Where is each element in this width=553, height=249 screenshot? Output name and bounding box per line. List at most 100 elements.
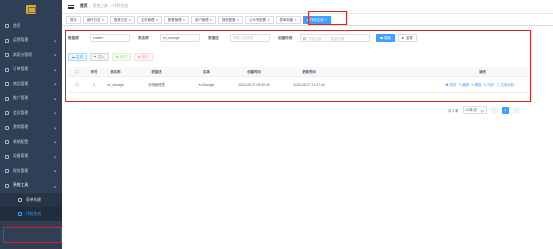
breadcrumb-separator: / xyxy=(89,4,91,9)
sidebar-item[interactable]: 设备管理 xyxy=(0,150,62,165)
row-checkbox[interactable] xyxy=(75,82,79,87)
tag-item[interactable]: 登录日志 × xyxy=(109,15,135,24)
generate-button[interactable]: 生成 xyxy=(68,53,87,61)
edit-icon xyxy=(115,55,119,59)
preview-link[interactable]: ◉ 预览 xyxy=(445,82,456,87)
sidebar-item[interactable]: 营销管理 xyxy=(0,121,62,136)
page-number[interactable]: 1 xyxy=(501,106,509,114)
tag-item[interactable]: 表单构建 × xyxy=(275,15,301,24)
table-desc-cell: 仓储管理表 xyxy=(148,83,165,87)
table-row: 1 kv_storage 仓储管理表 KvStorage 2023-08-27 … xyxy=(68,77,528,93)
hamburger-icon[interactable] xyxy=(68,4,74,9)
close-icon[interactable]: × xyxy=(129,18,131,22)
tag-item[interactable]: 用户管理 × xyxy=(190,15,217,24)
sidebar-item-label: 商家分管理 xyxy=(13,52,32,57)
sidebar-subitem[interactable]: 代码生成 xyxy=(0,207,62,221)
close-icon[interactable]: × xyxy=(295,18,297,22)
chevron-down-icon xyxy=(53,155,57,159)
menu-icon xyxy=(5,169,9,174)
sidebar-menu: 首页运营管理商家分管理订单管理商品管理 推广管理会员管理营销管理系统配置 设备管理财… xyxy=(0,19,62,221)
tag-label: 授权配置 xyxy=(222,17,236,22)
refresh-icon xyxy=(401,36,405,40)
menu-icon xyxy=(5,154,9,159)
table-name-cell: kv_storage xyxy=(107,82,124,87)
column-header: 更新时间 xyxy=(302,70,316,74)
menu-icon xyxy=(5,111,9,116)
import-button[interactable]: 导入 xyxy=(89,53,109,61)
create-time-cell: 2023-08-27 09:50:49 xyxy=(238,82,270,87)
tag-item[interactable]: 公众号配置 × xyxy=(245,15,274,24)
close-icon[interactable]: × xyxy=(102,18,104,22)
sidebar-item[interactable]: 商品管理 xyxy=(0,77,62,92)
sync-label: 同步 xyxy=(487,83,495,87)
search-icon xyxy=(380,36,383,40)
tag-item[interactable]: 文件管理 × xyxy=(136,15,162,24)
close-icon[interactable]: × xyxy=(210,18,212,22)
edit-button[interactable]: 修改 xyxy=(111,53,131,61)
breadcrumb-item: 系统工具 xyxy=(92,4,108,8)
close-icon[interactable]: × xyxy=(156,18,158,22)
sidebar-item-label: 财务管理 xyxy=(13,168,29,173)
import-button-label: 导入 xyxy=(97,54,105,59)
tag-item[interactable]: 配置管理 × xyxy=(163,15,189,24)
table-desc-label: 表描述 xyxy=(208,35,219,40)
close-icon[interactable]: × xyxy=(183,18,185,22)
sidebar-item[interactable]: 系统工具 xyxy=(0,179,62,194)
sidebar-item[interactable]: 系统配置 xyxy=(0,135,62,150)
start-date-input[interactable]: 开始日期 xyxy=(308,36,322,41)
next-page-button[interactable]: > xyxy=(512,106,520,114)
chevron-down-icon xyxy=(53,82,57,86)
date-range-picker[interactable]: 开始日期 - 结束日期 xyxy=(300,34,370,42)
table-name-input[interactable]: kv_storage xyxy=(160,34,200,42)
chevron-down-icon xyxy=(53,111,57,115)
sidebar-item-label: 会员管理 xyxy=(13,110,29,115)
sidebar-item-label: 营销管理 xyxy=(13,125,29,130)
tag-item[interactable]: 授权配置 × xyxy=(218,15,244,24)
chevron-down-icon xyxy=(53,126,57,130)
sidebar-item[interactable]: 首页 xyxy=(0,19,62,34)
prev-page-button[interactable]: < xyxy=(490,106,498,114)
sidebar-item[interactable]: 推广管理 xyxy=(0,92,62,107)
generate-code-link[interactable]: ⇩ 生成代码 xyxy=(496,82,514,87)
sidebar-item[interactable]: 订单管理 xyxy=(0,63,62,78)
search-button[interactable]: 搜索 xyxy=(376,34,395,42)
sidebar-item[interactable]: 财务管理 xyxy=(0,164,62,179)
edit-button-label: 修改 xyxy=(119,54,127,59)
menu-icon xyxy=(5,67,9,72)
sidebar-subitem[interactable]: 表单构建 xyxy=(0,193,62,207)
reset-button[interactable]: 重置 xyxy=(397,34,417,42)
table-desc-input[interactable]: 请输入表描述 xyxy=(230,34,270,42)
sidebar-item-label: 订单管理 xyxy=(13,67,29,72)
table-header: 序号 表名称 表描述 实体 创建时间 更新时间 操作 xyxy=(68,67,528,77)
db-input[interactable]: master xyxy=(90,34,130,42)
close-icon[interactable]: × xyxy=(237,18,239,22)
tag-item[interactable]: 首页 xyxy=(66,15,81,24)
end-date-input[interactable]: 结束日期 xyxy=(331,36,345,41)
tag-label: 操作日志 xyxy=(86,17,101,22)
sidebar-item-label: 运营管理 xyxy=(13,38,29,43)
column-header: 表名称 xyxy=(110,70,121,74)
close-icon[interactable]: × xyxy=(268,18,270,22)
sidebar-item[interactable]: 运营管理 xyxy=(0,34,62,49)
breadcrumb-item[interactable]: 首页 xyxy=(80,4,88,9)
delete-button[interactable]: 删除 xyxy=(133,53,153,61)
sync-link[interactable]: ↻ 同步 xyxy=(484,82,495,87)
sidebar-subitem-label: 表单构建 xyxy=(26,197,42,202)
update-time-cell: 2023-08-27 21:47:42 xyxy=(293,82,325,87)
column-header: 表描述 xyxy=(151,70,162,74)
menu-icon xyxy=(5,183,9,188)
edit-link[interactable]: ✎ 编辑 xyxy=(458,82,469,87)
sidebar-item[interactable]: 商家分管理 xyxy=(0,48,62,63)
delete-link[interactable]: ✕ 删除 xyxy=(471,82,482,87)
page-size-select[interactable]: 10条/页 xyxy=(462,106,487,114)
pagination-total: 共 1 条 xyxy=(448,108,459,113)
select-all-cell xyxy=(68,69,86,74)
tag-label: 公众号配置 xyxy=(249,17,267,22)
select-all-checkbox[interactable] xyxy=(75,69,79,74)
chevron-down-icon xyxy=(53,39,57,43)
menu-icon xyxy=(5,24,9,29)
logo-icon xyxy=(26,5,36,14)
tag-item[interactable]: 操作日志 × xyxy=(82,15,108,24)
tag-label: 配置管理 xyxy=(167,17,182,22)
sidebar-item[interactable]: 会员管理 xyxy=(0,106,62,121)
